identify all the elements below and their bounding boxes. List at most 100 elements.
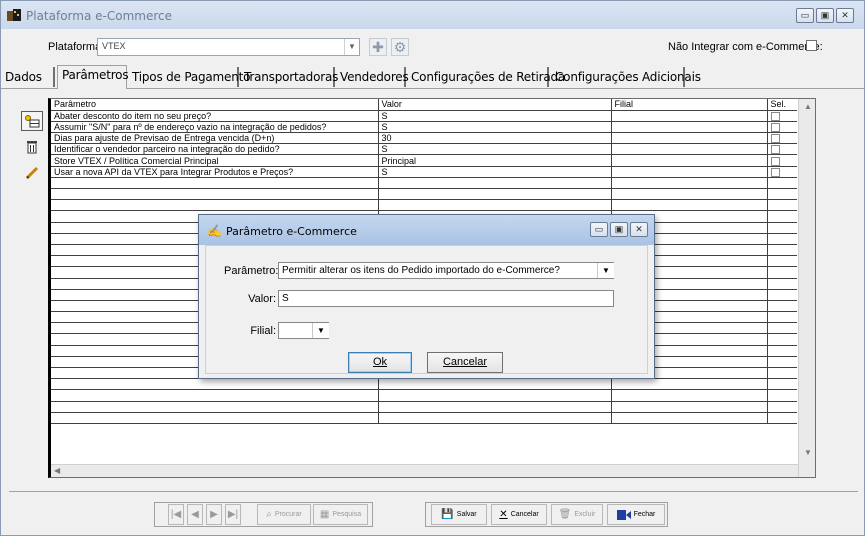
table-row[interactable]: Identificar o vendedor parceiro na integ… — [51, 143, 797, 156]
tab-divider — [1, 88, 864, 89]
tab-transportadoras[interactable]: Transportadoras — [244, 67, 338, 87]
no-integrate-checkbox[interactable] — [806, 40, 817, 51]
gear-icon[interactable]: ⚙ — [391, 38, 409, 56]
trash-icon: 🗑 — [558, 509, 572, 520]
dialog-maximize-button[interactable]: ▣ — [610, 222, 628, 237]
column-header-valor[interactable]: Valor — [378, 99, 612, 111]
cell-parametro[interactable]: Usar a nova API da VTEX para Integrar Pr… — [51, 166, 379, 178]
cell-filial[interactable] — [611, 166, 768, 178]
pesquisa-label: Pesquisa — [332, 511, 362, 518]
tab-vendedores[interactable]: Vendedores — [340, 67, 409, 87]
add-icon[interactable]: ✚ — [369, 38, 387, 56]
ok-button[interactable]: Ok — [348, 352, 412, 373]
grid-icon: ▦ — [319, 509, 330, 520]
row-select-checkbox[interactable] — [770, 111, 780, 121]
maximize-button[interactable]: ▣ — [816, 8, 834, 23]
table-row[interactable]: Dias para ajuste de Previsao de Entrega … — [51, 132, 797, 145]
empty-table-row[interactable] — [51, 401, 797, 413]
cell-parametro[interactable]: Abater desconto do item no seu preço? — [51, 110, 379, 122]
chevron-down-icon[interactable]: ▼ — [312, 323, 329, 338]
dialog-body: Parâmetro: Permitir alterar os itens do … — [205, 245, 648, 374]
table-row[interactable]: Store VTEX / Política Comercial Principa… — [51, 154, 797, 167]
cell-valor[interactable]: S — [378, 110, 612, 122]
delete-button[interactable]: 🗑 Excluir — [551, 504, 603, 525]
last-record-icon[interactable]: ▶| — [225, 504, 241, 525]
cell-valor[interactable]: Principal — [378, 154, 612, 167]
empty-table-row[interactable] — [51, 412, 797, 424]
bottom-separator — [9, 491, 858, 492]
row-select-checkbox[interactable] — [770, 156, 780, 166]
chevron-down-icon[interactable]: ▼ — [597, 263, 614, 278]
param-select[interactable]: Permitir alterar os itens do Pedido impo… — [278, 262, 614, 279]
cell-filial[interactable] — [611, 154, 768, 167]
trash-icon[interactable] — [21, 137, 43, 157]
pesquisa-button[interactable]: ▦ Pesquisa — [313, 504, 368, 525]
horizontal-scrollbar[interactable]: ◀ — [51, 464, 798, 477]
tab-configuracoes-adicionais[interactable]: Configurações Adicionais — [555, 67, 701, 87]
column-header-filial[interactable]: Filial — [611, 99, 768, 111]
cell-filial[interactable] — [611, 121, 768, 134]
platform-value: VTEX — [102, 41, 126, 51]
column-header-parametro[interactable]: Parâmetro — [51, 99, 379, 111]
save-button[interactable]: 💾 Salvar — [431, 504, 487, 525]
row-select-checkbox[interactable] — [770, 167, 780, 177]
cancel-action-button[interactable]: ✕ Cancelar — [491, 504, 547, 525]
column-header-sel[interactable]: Sel. — [767, 99, 797, 111]
app-icon — [7, 9, 21, 21]
next-record-icon[interactable]: ▶ — [206, 504, 222, 525]
dialog-title-bar[interactable]: ✍ Parâmetro e-Commerce ▭ ▣ ✕ — [199, 215, 654, 245]
cell-valor[interactable]: 30 — [378, 132, 612, 145]
insert-row-icon[interactable] — [21, 111, 43, 131]
empty-table-row[interactable] — [51, 188, 797, 201]
floppy-icon: 💾 — [441, 509, 454, 520]
parameter-dialog: ✍ Parâmetro e-Commerce ▭ ▣ ✕ Parâmetro: … — [198, 214, 655, 379]
cell-parametro[interactable]: Identificar o vendedor parceiro na integ… — [51, 143, 379, 156]
tab-dados[interactable]: Dados — [5, 67, 55, 87]
save-label: Salvar — [456, 511, 477, 518]
filial-select[interactable]: ▼ — [278, 322, 329, 339]
empty-table-row[interactable] — [51, 199, 797, 212]
cancel-button[interactable]: Cancelar — [427, 352, 503, 373]
cell-valor[interactable]: S — [378, 121, 612, 134]
scroll-up-icon[interactable]: ▲ — [804, 102, 812, 111]
scroll-down-icon[interactable]: ▼ — [804, 448, 812, 457]
dialog-close-button[interactable]: ✕ — [630, 222, 648, 237]
cell-filial[interactable] — [611, 110, 768, 122]
cancel-action-label: Cancelar — [510, 511, 539, 518]
empty-table-row[interactable] — [51, 389, 797, 402]
title-bar[interactable]: Plataforma e-Commerce ▭ ▣ ✕ — [1, 1, 864, 29]
cell-filial[interactable] — [611, 143, 768, 156]
cell-valor[interactable]: S — [378, 143, 612, 156]
cell-parametro[interactable]: Store VTEX / Política Comercial Principa… — [51, 154, 379, 167]
row-select-checkbox[interactable] — [770, 145, 780, 154]
procurar-button[interactable]: ⌕ Procurar — [257, 504, 311, 525]
platform-select[interactable]: VTEX ▼ — [97, 38, 360, 56]
cell-parametro[interactable]: Assumir "S/N" para nº de endereço vazio … — [51, 121, 379, 134]
tab-configuracoes-retirada[interactable]: Configurações de Retirada — [411, 67, 565, 87]
pencil-icon[interactable] — [21, 163, 43, 183]
valor-input[interactable]: S — [278, 290, 614, 307]
row-select-checkbox[interactable] — [770, 134, 780, 143]
dialog-minimize-button[interactable]: ▭ — [590, 222, 608, 237]
cell-valor[interactable]: S — [378, 166, 612, 178]
window-title: Plataforma e-Commerce — [26, 9, 172, 23]
table-row[interactable]: Abater desconto do item no seu preço? S — [51, 110, 797, 122]
door-exit-icon — [616, 509, 631, 520]
close-form-button[interactable]: Fechar — [607, 504, 665, 525]
empty-table-row[interactable] — [51, 378, 797, 391]
first-record-icon[interactable]: |◀ — [168, 504, 184, 525]
scroll-left-icon[interactable]: ◀ — [54, 466, 60, 475]
tab-parametros[interactable]: Parâmetros — [57, 65, 129, 89]
close-button[interactable]: ✕ — [836, 8, 854, 23]
tab-tipos-pagamento[interactable]: Tipos de Pagamento — [132, 67, 250, 87]
empty-table-row[interactable] — [51, 177, 797, 190]
previous-record-icon[interactable]: ◀ — [187, 504, 203, 525]
cell-parametro[interactable]: Dias para ajuste de Previsao de Entrega … — [51, 132, 379, 145]
minimize-button[interactable]: ▭ — [796, 8, 814, 23]
chevron-down-icon[interactable]: ▼ — [344, 39, 359, 55]
vertical-scrollbar[interactable]: ▲ ▼ — [798, 99, 815, 477]
table-row[interactable]: Usar a nova API da VTEX para Integrar Pr… — [51, 166, 797, 178]
row-select-checkbox[interactable] — [770, 123, 780, 132]
cell-filial[interactable] — [611, 132, 768, 145]
table-row[interactable]: Assumir "S/N" para nº de endereço vazio … — [51, 121, 797, 134]
